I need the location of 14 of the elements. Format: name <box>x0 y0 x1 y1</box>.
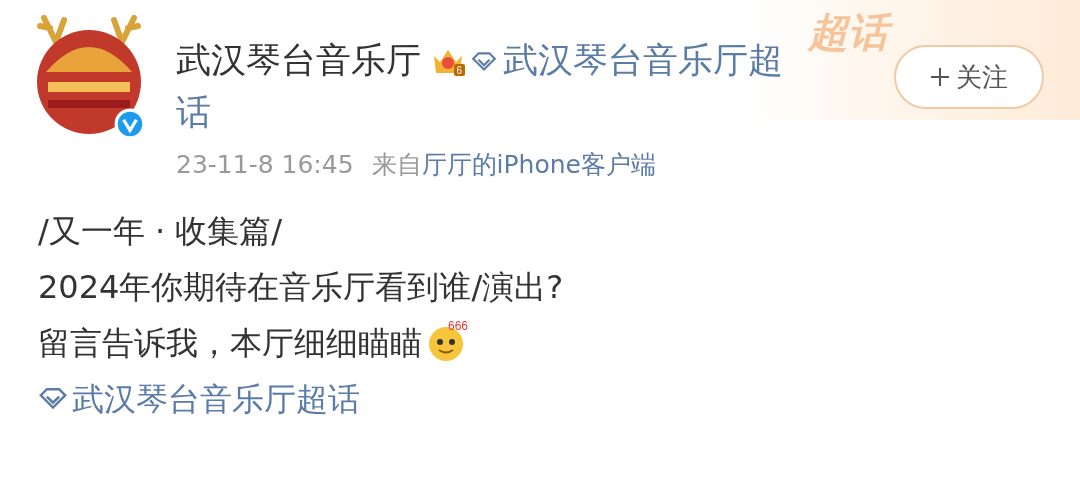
banner-text: 超话 <box>808 4 896 60</box>
post-text: /又一年 · 收集篇/ <box>38 211 284 252</box>
post-text: 留言告诉我，本厅细细瞄瞄 666 <box>38 315 1080 371</box>
supertopic-link[interactable]: 武汉琴台音乐厅超话 <box>38 371 1080 427</box>
plus-icon <box>930 67 950 87</box>
post-text: 2024年你期待在音乐厅看到谁/演出? <box>38 267 565 308</box>
avatar-icon <box>34 12 144 137</box>
post-time-source: 23-11-8 16:45 来自厅厅的iPhone客户端 <box>176 149 657 181</box>
supertopic-link[interactable]: 话 <box>176 92 211 132</box>
diamond-icon <box>38 388 68 410</box>
diamond-icon <box>471 52 497 72</box>
author-name[interactable]: 武汉琴台音乐厅 <box>176 40 421 80</box>
supertopic-link[interactable]: 武汉琴台音乐厅超 <box>503 40 783 80</box>
follow-button[interactable]: 关注 <box>894 45 1044 109</box>
